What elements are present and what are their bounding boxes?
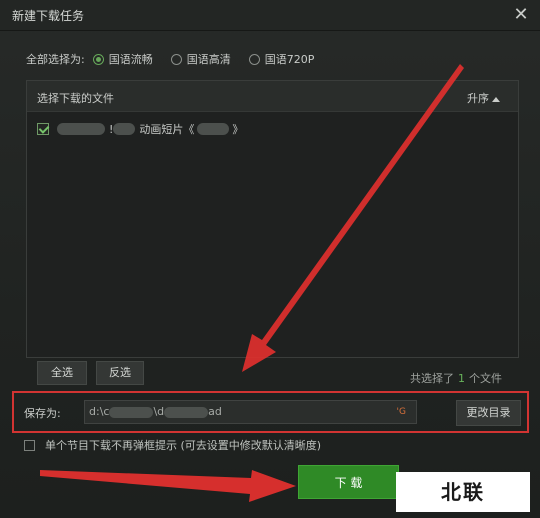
path-part: ad: [208, 405, 222, 418]
blurred-text: [109, 406, 154, 418]
change-directory-button[interactable]: 更改目录: [456, 400, 521, 426]
file-name-part: 动画短片《: [139, 123, 195, 136]
save-label: 保存为:: [24, 407, 61, 420]
invert-selection-button[interactable]: 反选: [96, 361, 144, 385]
file-list-panel: 选择下载的文件 升序 ! 动画短片《 》: [26, 80, 519, 358]
path-part: \d: [153, 405, 165, 418]
quality-label: 全部选择为:: [26, 53, 85, 66]
file-list-header: 选择下载的文件 升序: [27, 81, 518, 112]
file-name-part: 》: [232, 123, 244, 136]
quality-option-label: 国语流畅: [108, 53, 153, 66]
quality-selector: 全部选择为: 国语流畅 国语高清 国语720P: [26, 50, 332, 68]
path-part: d:\c: [89, 405, 110, 418]
no-prompt-label: 单个节目下载不再弹框提示 (可去设置中修改默认清晰度): [45, 439, 322, 452]
quality-option-label: 国语720P: [264, 53, 315, 66]
dialog-title: 新建下载任务: [12, 9, 85, 23]
file-checkbox[interactable]: [37, 123, 49, 135]
blurred-text: [113, 123, 136, 135]
selection-count: 共选择了 1 个文件: [410, 370, 502, 386]
quality-radio-smooth[interactable]: 国语流畅: [92, 51, 153, 67]
file-list-title: 选择下载的文件: [37, 92, 114, 105]
save-path-highlight: 保存为: d:\c \d ad 'G 更改目录: [12, 391, 529, 433]
sort-label: 升序: [467, 92, 489, 105]
save-path-field[interactable]: d:\c \d ad 'G: [84, 400, 417, 424]
no-prompt-checkbox[interactable]: [24, 439, 35, 451]
blurred-text: [57, 123, 105, 135]
quality-radio-720p[interactable]: 国语720P: [248, 51, 315, 67]
caret-up-icon: [492, 96, 500, 102]
selection-number: 1: [458, 372, 465, 385]
blurred-text: [197, 123, 230, 135]
title-bar: 新建下载任务 ✕: [0, 0, 540, 31]
download-button[interactable]: 下 载: [298, 465, 399, 499]
download-dialog: 新建下载任务 ✕ 全部选择为: 国语流畅 国语高清 国语720P 选择下载的文件…: [0, 0, 540, 518]
watermark: 北联: [396, 472, 530, 512]
no-prompt-option[interactable]: 单个节目下载不再弹框提示 (可去设置中修改默认清晰度): [24, 437, 321, 453]
selection-suffix: 个文件: [469, 372, 502, 385]
radio-icon: [248, 53, 260, 65]
select-all-button[interactable]: 全选: [37, 361, 87, 385]
list-item[interactable]: ! 动画短片《 》: [37, 121, 243, 137]
radio-icon: [92, 53, 104, 65]
radio-icon: [170, 53, 182, 65]
selection-prefix: 共选择了: [410, 372, 454, 385]
blurred-text: [164, 406, 209, 418]
close-icon[interactable]: ✕: [510, 4, 532, 26]
sort-button[interactable]: 升序: [467, 90, 500, 106]
disk-space-hint: 'G: [396, 407, 406, 417]
quality-radio-hd[interactable]: 国语高清: [170, 51, 231, 67]
red-arrow-to-download-button: [40, 470, 296, 502]
quality-option-label: 国语高清: [186, 53, 231, 66]
